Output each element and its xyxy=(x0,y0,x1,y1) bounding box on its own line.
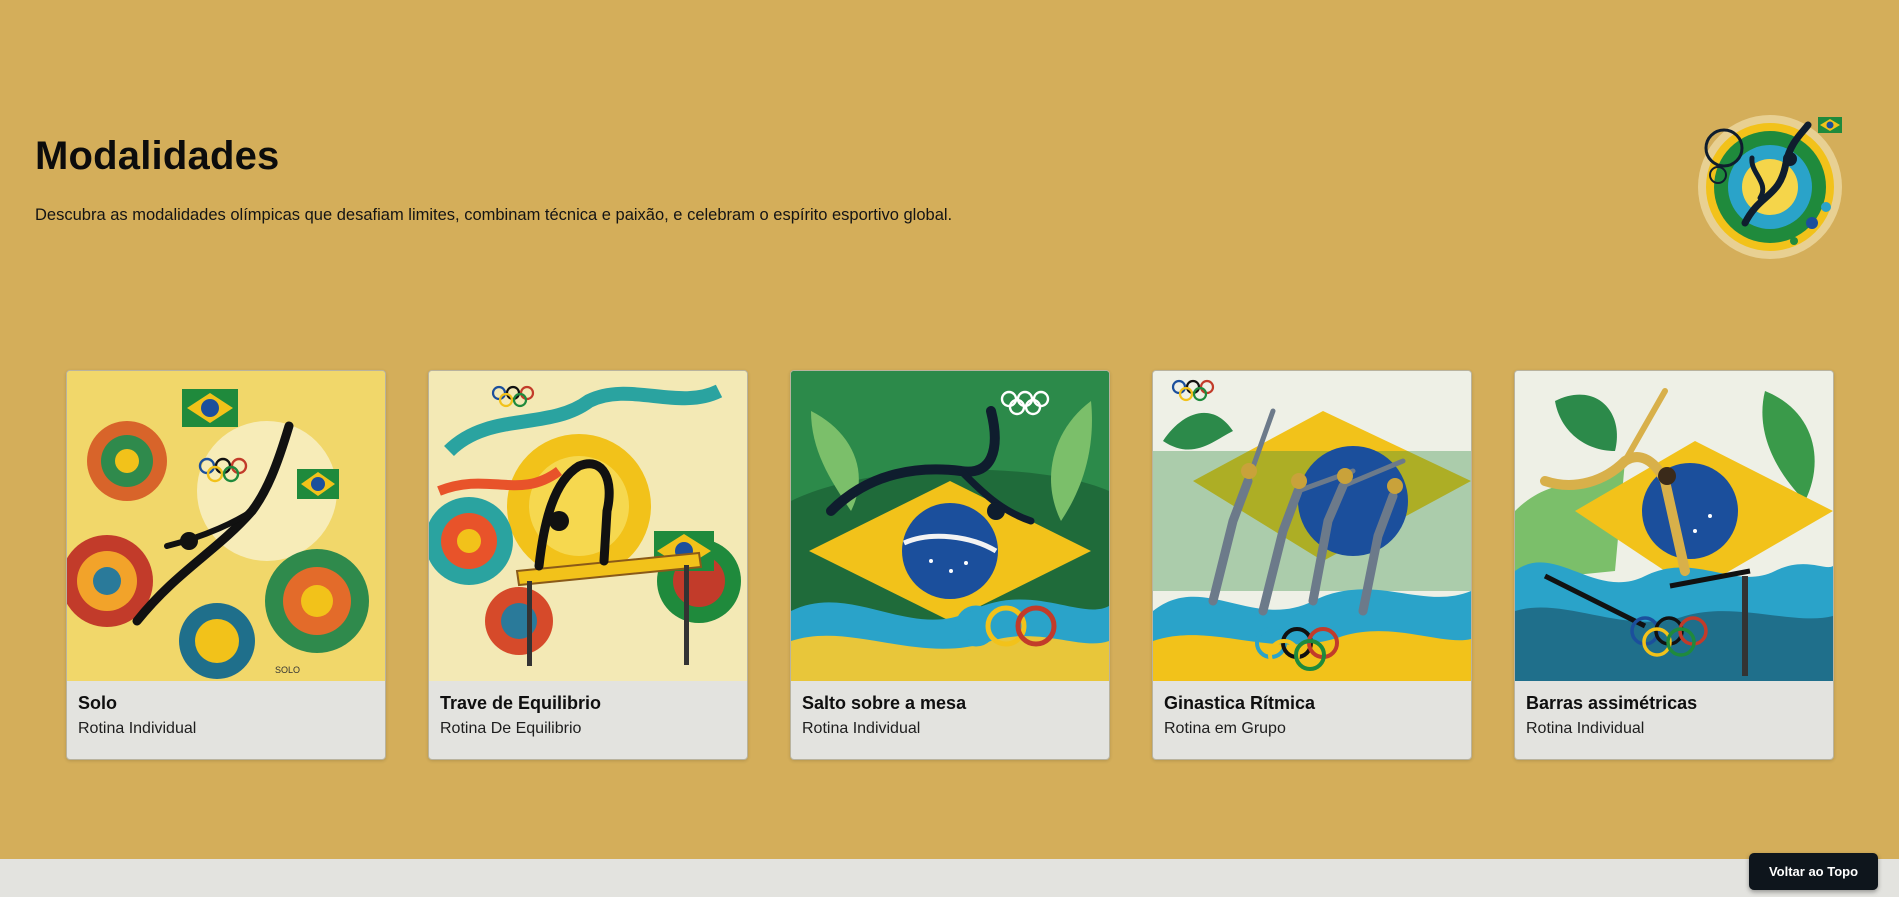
card-subtitle: Rotina De Equilibrio xyxy=(440,720,582,737)
modalities-list: SOLO Solo Rotina Individual Trave de Equ… xyxy=(66,370,1834,760)
card-subtitle: Rotina Individual xyxy=(802,720,921,737)
modality-card-ginastica-ritmica[interactable]: Ginastica Rítmica Rotina em Grupo xyxy=(1152,370,1472,760)
card-image-barras-assimetricas xyxy=(1515,371,1833,681)
card-title: Ginastica Rítmica xyxy=(1164,693,1316,713)
card-title: Salto sobre a mesa xyxy=(802,693,967,713)
card-image-trave-de-equilibrio xyxy=(429,371,747,681)
card-title: Trave de Equilibrio xyxy=(440,693,602,713)
footer-strip xyxy=(0,859,1899,897)
card-image-ginastica-ritmica xyxy=(1153,371,1471,681)
card-image-salto-sobre-a-mesa xyxy=(791,371,1109,681)
card-title: Barras assimétricas xyxy=(1526,693,1698,713)
solo-image-label: SOLO xyxy=(275,665,300,675)
page-description: Descubra as modalidades olímpicas que de… xyxy=(35,206,953,224)
gymnast-emblem-logo xyxy=(1698,115,1842,259)
modality-card-salto-sobre-a-mesa[interactable]: Salto sobre a mesa Rotina Individual xyxy=(790,370,1110,760)
card-subtitle: Rotina Individual xyxy=(78,720,197,737)
modality-card-trave-de-equilibrio[interactable]: Trave de Equilibrio Rotina De Equilibrio xyxy=(428,370,748,760)
card-subtitle: Rotina em Grupo xyxy=(1164,720,1286,737)
modality-card-solo[interactable]: SOLO Solo Rotina Individual xyxy=(66,370,386,760)
back-to-top-button[interactable]: Voltar ao Topo xyxy=(1749,853,1878,890)
card-subtitle: Rotina Individual xyxy=(1526,720,1645,737)
hero-section: Modalidades Descubra as modalidades olím… xyxy=(0,0,1899,330)
card-title: Solo xyxy=(78,693,117,713)
card-image-solo: SOLO xyxy=(67,371,385,681)
page-title: Modalidades xyxy=(35,134,280,178)
modality-card-barras-assimetricas[interactable]: Barras assimétricas Rotina Individual xyxy=(1514,370,1834,760)
